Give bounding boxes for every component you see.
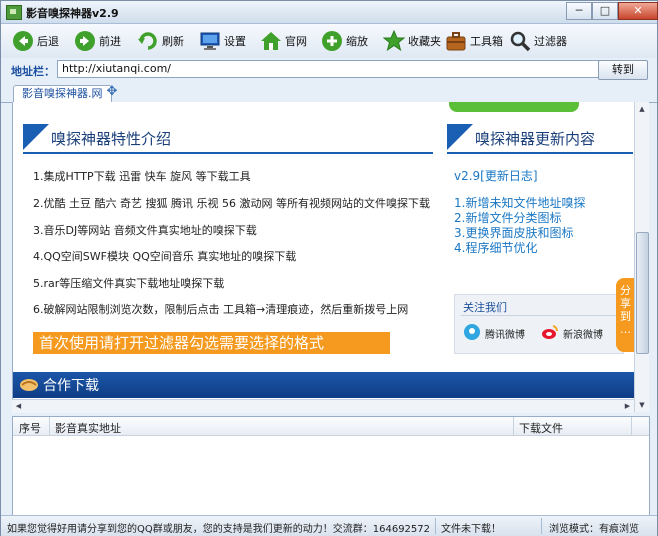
close-button[interactable]: ✕ — [618, 2, 658, 20]
scroll-up-arrow-icon[interactable]: ▲ — [635, 102, 649, 116]
feature-item: 3.音乐DJ等网站 音频文件真实地址的嗅探下载 — [33, 224, 257, 237]
favorites-button[interactable]: 收藏夹 — [382, 28, 441, 54]
address-input[interactable]: http://xiutanqi.com/ — [57, 60, 599, 78]
scroll-down-arrow-icon[interactable]: ▼ — [635, 398, 649, 412]
handshake-icon — [19, 376, 39, 397]
app-window: 影音嗅探神器v2.9 ─ □ ✕ 后退 前进 刷新 设置 官网 缩放 收藏夹 工… — [0, 0, 658, 536]
tab-bar: 影音嗅探神器.网 ✥ — [1, 82, 657, 103]
cooperation-title: 合作下载 — [43, 378, 99, 394]
green-header-strip — [449, 102, 579, 112]
sina-weibo-icon — [541, 323, 559, 344]
update-item: 4.程序细节优化 — [454, 241, 538, 255]
address-label: 地址栏： — [11, 65, 55, 78]
homepage-label: 官网 — [285, 35, 307, 48]
go-button[interactable]: 转到 — [598, 60, 648, 80]
title-bar: 影音嗅探神器v2.9 ─ □ ✕ — [1, 1, 658, 24]
back-button[interactable]: 后退 — [11, 28, 59, 54]
back-arrow-icon — [11, 29, 35, 53]
download-status: 文件未下载！ — [441, 524, 501, 535]
status-bar: 如果您觉得好用请分享到您的QQ群或朋友，您的支持是我们更新的动力！交流群：164… — [1, 515, 657, 536]
filter-button[interactable]: 过滤器 — [508, 28, 567, 54]
content-horizontal-scrollbar[interactable]: ◀ ▶ — [12, 399, 634, 413]
feature-item: 5.rar等压缩文件真实下载地址嗅探下载 — [33, 277, 225, 290]
settings-label: 设置 — [224, 35, 246, 48]
zoom-button[interactable]: 缩放 — [320, 28, 368, 54]
follow-us-box: 关注我们 腾讯微博 新浪微博 — [454, 294, 624, 354]
browse-mode: 浏览模式：有痕浏览 — [549, 524, 639, 535]
homepage-button[interactable]: 官网 — [259, 28, 307, 54]
feature-item: 2.优酷 土豆 酷六 奇艺 搜狐 腾讯 乐视 56 激动网 等所有视频网站的文件… — [33, 197, 430, 210]
features-header: 嗅探神器特性介绍 — [23, 124, 433, 154]
tencent-weibo-icon — [463, 323, 481, 344]
tencent-weibo-link[interactable]: 腾讯微博 — [463, 323, 525, 344]
col-index[interactable]: 序号 — [19, 420, 41, 436]
feature-item: 1.集成HTTP下载 迅雷 快车 旋风 等下载工具 — [33, 170, 251, 183]
back-label: 后退 — [37, 35, 59, 48]
col-real-address[interactable]: 影音真实地址 — [55, 420, 121, 436]
follow-title: 关注我们 — [463, 301, 507, 314]
toolbox-button[interactable]: 工具箱 — [444, 28, 503, 54]
toolbox-icon — [444, 29, 468, 53]
forward-button[interactable]: 前进 — [73, 28, 121, 54]
update-header: 嗅探神器更新内容 — [447, 124, 633, 154]
cooperation-download-header: 合作下载 — [13, 372, 635, 398]
star-icon — [382, 29, 406, 53]
refresh-label: 刷新 — [162, 35, 184, 48]
features-title: 嗅探神器特性介绍 — [51, 130, 172, 148]
list-header: 序号 影音真实地址 下载文件 — [13, 417, 649, 436]
app-icon — [6, 5, 22, 20]
share-to-tab[interactable]: 分 享 到 … — [616, 278, 635, 352]
sniffed-files-list[interactable]: 序号 影音真实地址 下载文件 — [12, 416, 650, 516]
scroll-left-arrow-icon[interactable]: ◀ — [12, 400, 25, 413]
feature-item: 6.破解网站限制浏览次数，限制后点击 工具箱→清理痕迹，然后重新拨号上网 — [33, 303, 409, 316]
sina-weibo-label: 新浪微博 — [563, 330, 603, 341]
web-content: 嗅探神器特性介绍 1.集成HTTP下载 迅雷 快车 旋风 等下载工具 2.优酷 … — [12, 102, 635, 412]
minimize-button[interactable]: ─ — [566, 2, 592, 20]
monitor-icon — [198, 29, 222, 53]
refresh-icon — [136, 29, 160, 53]
zoom-label: 缩放 — [346, 35, 368, 48]
tab-active[interactable]: 影音嗅探神器.网 — [13, 85, 112, 102]
toolbox-label: 工具箱 — [470, 35, 503, 48]
forward-label: 前进 — [99, 35, 121, 48]
update-title: 嗅探神器更新内容 — [475, 130, 596, 148]
refresh-button[interactable]: 刷新 — [136, 28, 184, 54]
changelog-link[interactable]: v2.9[更新日志] — [454, 167, 538, 184]
scrollbar-thumb[interactable] — [636, 232, 649, 354]
sina-weibo-link[interactable]: 新浪微博 — [541, 323, 603, 344]
window-title: 影音嗅探神器v2.9 — [26, 7, 119, 20]
new-tab-icon[interactable]: ✥ — [105, 85, 119, 99]
toolbar: 后退 前进 刷新 设置 官网 缩放 收藏夹 工具箱 过滤器 — [1, 24, 657, 58]
maximize-button[interactable]: □ — [592, 2, 618, 20]
content-vertical-scrollbar[interactable]: ▲ ▼ — [634, 102, 649, 412]
settings-button[interactable]: 设置 — [198, 28, 246, 54]
feature-item: 4.QQ空间SWF模块 QQ空间音乐 真实地址的嗅探下载 — [33, 250, 297, 263]
address-bar: 地址栏： http://xiutanqi.com/ 转到 — [1, 58, 657, 82]
home-icon — [259, 29, 283, 53]
filter-label: 过滤器 — [534, 35, 567, 48]
tencent-weibo-label: 腾讯微博 — [485, 330, 525, 341]
zoom-plus-icon — [320, 29, 344, 53]
col-download-file[interactable]: 下载文件 — [519, 420, 563, 436]
status-message: 如果您觉得好用请分享到您的QQ群或朋友，您的支持是我们更新的动力！交流群：164… — [7, 524, 431, 535]
favorites-label: 收藏夹 — [408, 35, 441, 48]
filter-tip-banner[interactable]: 首次使用请打开过滤器勾选需要选择的格式 — [33, 332, 390, 354]
scroll-right-arrow-icon[interactable]: ▶ — [621, 400, 634, 413]
forward-arrow-icon — [73, 29, 97, 53]
magnifier-icon — [508, 29, 532, 53]
